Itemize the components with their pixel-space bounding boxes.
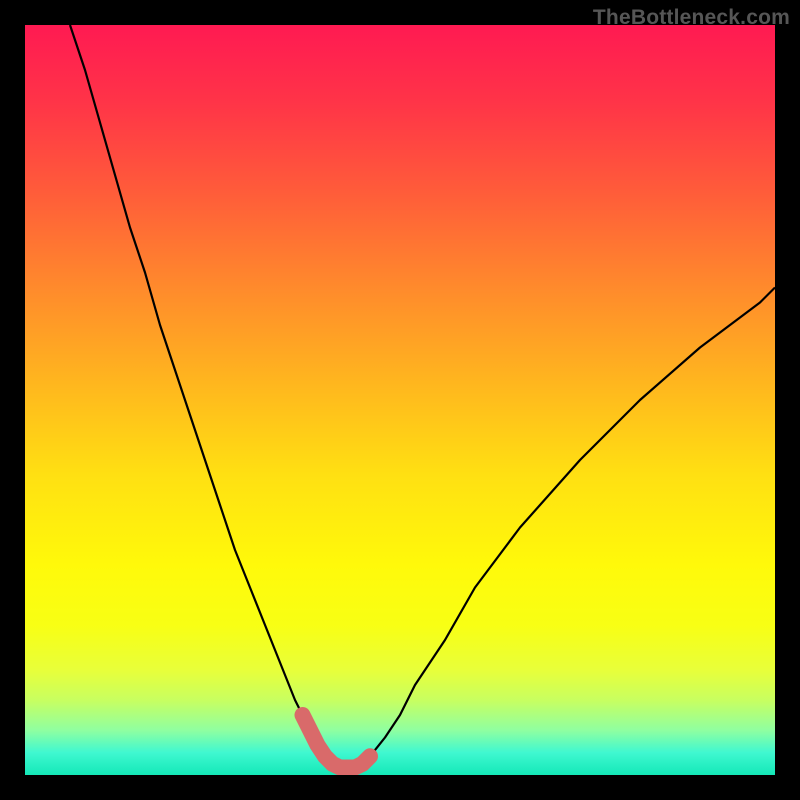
plot-area bbox=[25, 25, 775, 775]
chart-container: TheBottleneck.com bbox=[0, 0, 800, 800]
bottleneck-curve-chart bbox=[25, 25, 775, 775]
bottleneck-curve bbox=[70, 25, 775, 768]
curve-highlight-minimum bbox=[303, 715, 371, 768]
